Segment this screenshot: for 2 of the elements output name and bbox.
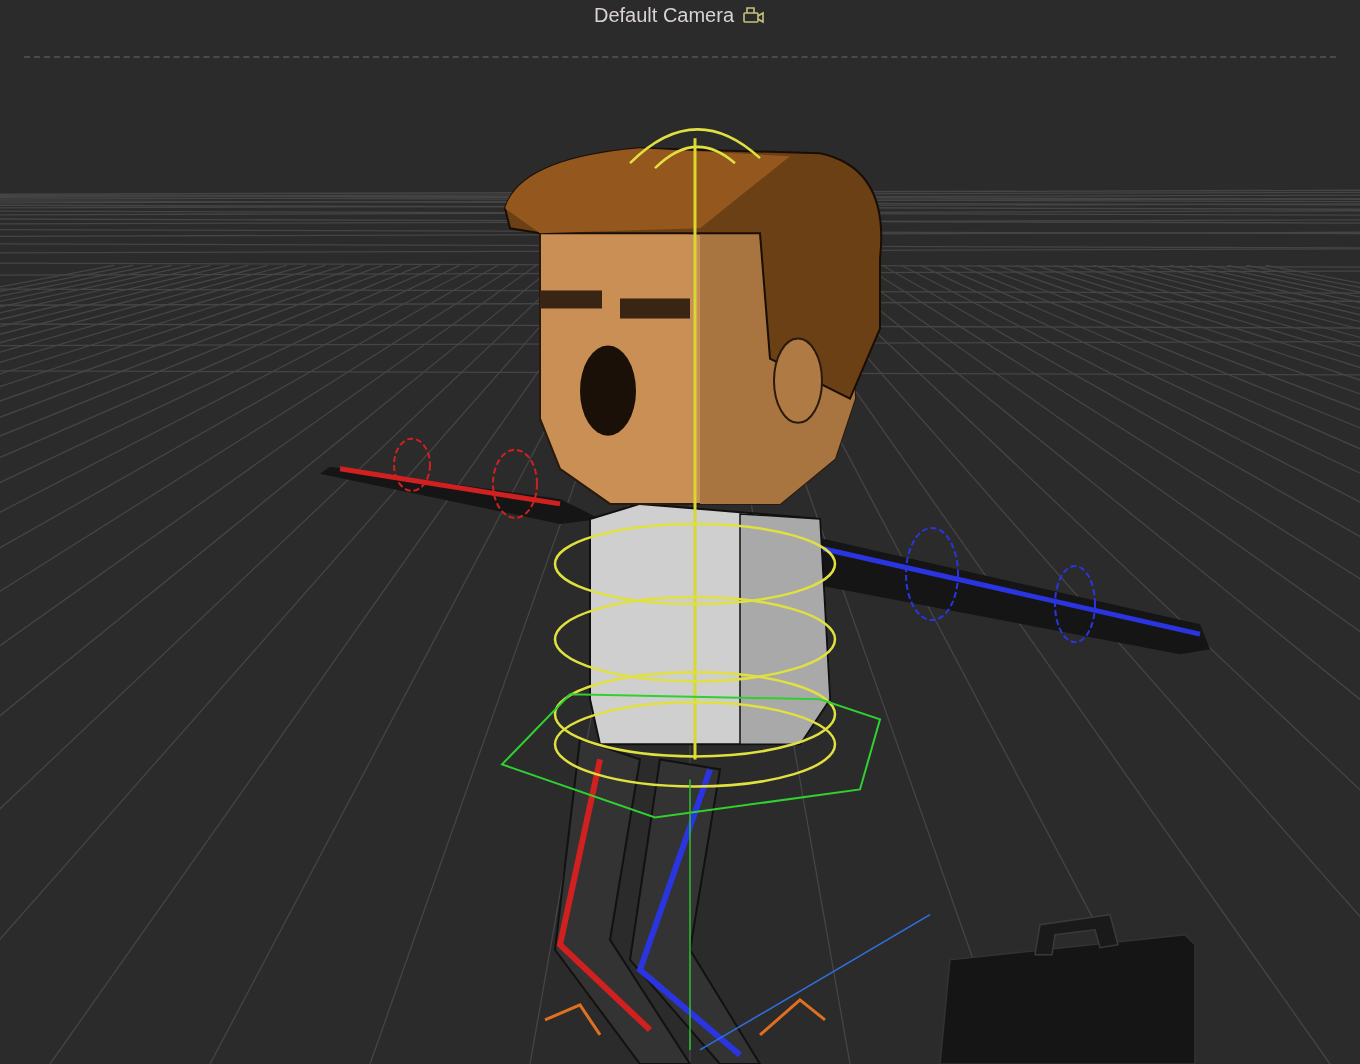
camera-icon[interactable] <box>742 5 767 25</box>
camera-label: Default Camera <box>593 3 735 27</box>
